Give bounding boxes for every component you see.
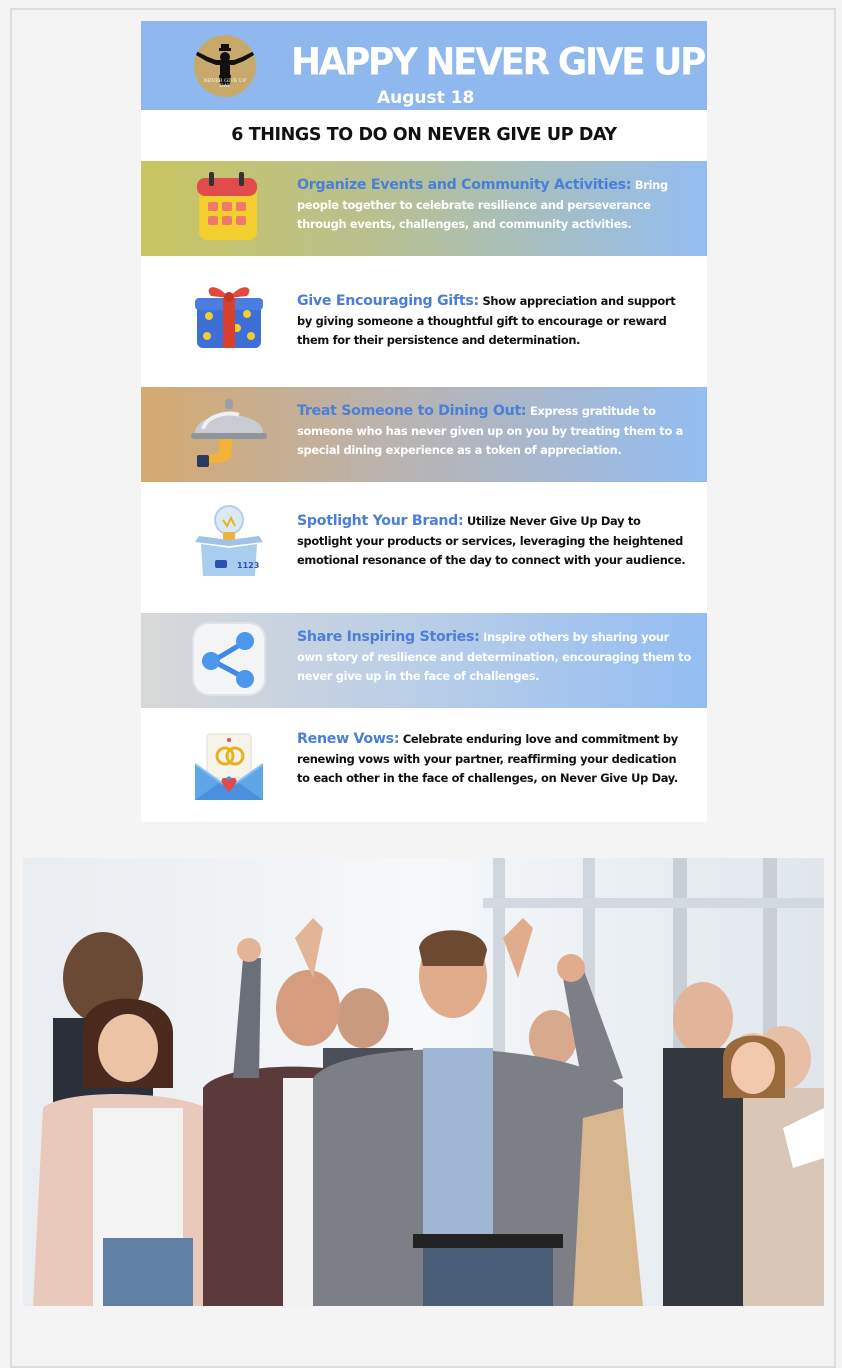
list-item: Organize Events and Community Activities… [141, 161, 707, 256]
list-item: 1123 Spotlight Your Brand: Utilize Never… [141, 482, 707, 613]
item-title: Share Inspiring Stories: [297, 629, 480, 645]
list-item: Treat Someone to Dining Out: Express gra… [141, 387, 707, 482]
infographic-header: NEVER GIVE UPDAY HAPPY NEVER GIVE UP DAY… [141, 21, 707, 110]
share-icon [192, 622, 266, 696]
cloche-icon [191, 399, 267, 467]
calendar-icon [197, 172, 257, 240]
infographic-card: NEVER GIVE UPDAY HAPPY NEVER GIVE UP DAY… [141, 21, 707, 822]
envelope-rings-icon [194, 733, 264, 800]
item-title: Spotlight Your Brand: [297, 513, 464, 529]
list-item: Renew Vows: Celebrate enduring love and … [141, 708, 707, 822]
item-title: Give Encouraging Gifts: [297, 293, 479, 309]
never-give-up-logo: NEVER GIVE UP DAY [194, 35, 256, 97]
gift-icon [195, 287, 263, 348]
header-title: HAPPY NEVER GIVE UP DAY [291, 40, 707, 84]
item-title: Renew Vows: [297, 731, 400, 747]
celebrating-team-photo [23, 858, 824, 1306]
infographic-subtitle: 6 THINGS TO DO ON NEVER GIVE UP DAY [231, 125, 617, 145]
logo-text-line2: DAY [219, 83, 231, 89]
item-title: Treat Someone to Dining Out: [297, 403, 527, 419]
list-item: Give Encouraging Gifts: Show appreciatio… [141, 256, 707, 387]
list-item: Share Inspiring Stories: Inspire others … [141, 613, 707, 708]
item-title: Organize Events and Community Activities… [297, 177, 632, 193]
header-date: August 18 [377, 88, 475, 108]
svg-text:1123: 1123 [237, 561, 259, 570]
lightbulb-box-icon: 1123 [195, 505, 263, 576]
